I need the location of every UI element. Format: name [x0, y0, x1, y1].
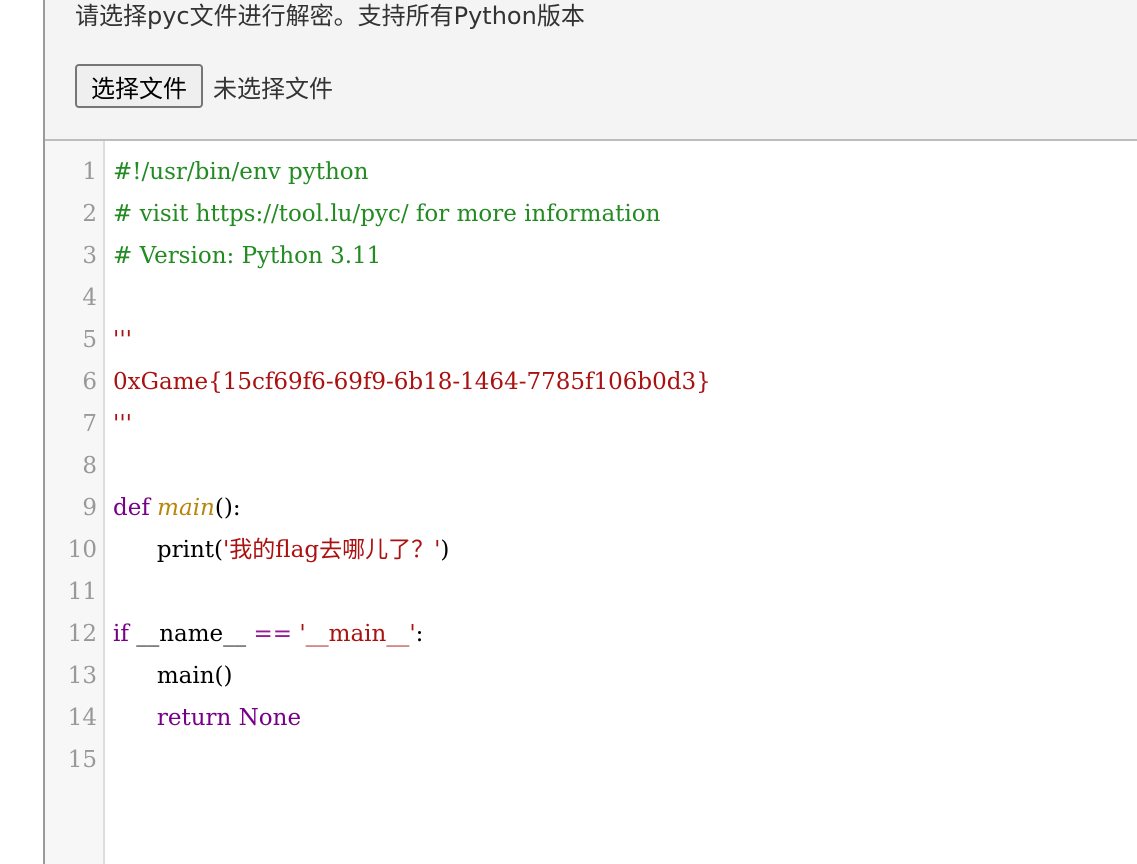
- line-number: 13: [67, 663, 97, 689]
- code-text: 0xGame{15cf69f6-69f9-6b18-1464-7785f106b…: [113, 361, 711, 403]
- code-line: 6 0xGame{15cf69f6-69f9-6b18-1464-7785f106…: [45, 361, 1137, 403]
- code-token: ():: [214, 495, 241, 521]
- line-number: 10: [67, 537, 97, 563]
- code-token: '__main__': [299, 621, 416, 647]
- code-text: if __name__ == '__main__':: [113, 613, 423, 655]
- line-number: 9: [82, 495, 97, 521]
- code-line: 3 # Version: Python 3.11: [45, 235, 1137, 277]
- line-number: 6: [82, 369, 97, 395]
- file-input-row: 选择文件 未选择文件: [75, 63, 333, 109]
- code-token: main(): [113, 663, 233, 689]
- code-token: '我的flag去哪儿了？': [222, 537, 441, 563]
- code-line: 8: [45, 445, 1137, 487]
- line-number: 2: [82, 201, 97, 227]
- code-line: 7 ''': [45, 403, 1137, 445]
- code-line: 14 return None: [45, 697, 1137, 739]
- code-token: __name__: [136, 621, 254, 647]
- code-line: 12 if __name__ == '__main__':: [45, 613, 1137, 655]
- code-line: 2 # visit https://tool.lu/pyc/ for more i…: [45, 193, 1137, 235]
- code-line: 5 ''': [45, 319, 1137, 361]
- code-token: 0xGame{15cf69f6-69f9-6b18-1464-7785f106b…: [113, 369, 711, 395]
- page: 请选择pyc文件进行解密。支持所有Python版本 选择文件 未选择文件 1 #!…: [0, 0, 1137, 864]
- line-number: 3: [82, 243, 97, 269]
- code-text: print('我的flag去哪儿了？'): [113, 529, 450, 571]
- line-number: 12: [67, 621, 97, 647]
- code-line: 4: [45, 277, 1137, 319]
- code-text: #!/usr/bin/env python: [113, 151, 368, 193]
- code-token: ==: [253, 621, 300, 647]
- line-number: 1: [82, 159, 97, 185]
- file-status-text: 未选择文件: [213, 74, 333, 103]
- upload-panel: 请选择pyc文件进行解密。支持所有Python版本 选择文件 未选择文件: [45, 0, 1137, 141]
- code-token: # Version: Python 3.11: [113, 243, 382, 269]
- line-number: 5: [82, 327, 97, 353]
- code-token: return None: [156, 705, 302, 731]
- code-token: # visit https://tool.lu/pyc/ for more in…: [113, 201, 661, 227]
- code-token: def: [113, 495, 158, 521]
- instructions-text: 请选择pyc文件进行解密。支持所有Python版本: [75, 2, 585, 30]
- code-token: main: [157, 495, 215, 521]
- code-token: ''': [113, 411, 132, 437]
- line-number: 4: [82, 285, 97, 311]
- line-number: 8: [82, 453, 97, 479]
- code-text: return None: [113, 697, 301, 739]
- code-text: ''': [113, 319, 132, 361]
- line-number: 11: [67, 579, 97, 605]
- code-editor[interactable]: 1 #!/usr/bin/env python 2 # visit https://t…: [45, 141, 1137, 864]
- code-line: 15: [45, 739, 1137, 781]
- choose-file-button[interactable]: 选择文件: [75, 64, 203, 108]
- code-text: def main():: [113, 487, 241, 529]
- code-line: 13 main(): [45, 655, 1137, 697]
- code-line: 11: [45, 571, 1137, 613]
- code-line: 10 print('我的flag去哪儿了？'): [45, 529, 1137, 571]
- code-token: print(: [113, 537, 223, 563]
- code-text: main(): [113, 655, 233, 697]
- code-text: # Version: Python 3.11: [113, 235, 381, 277]
- line-number: 15: [67, 747, 97, 773]
- code-token: if: [113, 621, 137, 647]
- code-token: ): [440, 537, 450, 563]
- code-token: ''': [113, 327, 132, 353]
- code-token: #!/usr/bin/env python: [113, 159, 369, 185]
- code-text: ''': [113, 403, 132, 445]
- line-number: 7: [82, 411, 97, 437]
- code-text: # visit https://tool.lu/pyc/ for more in…: [113, 193, 660, 235]
- code-line: 9 def main():: [45, 487, 1137, 529]
- code-line: 1 #!/usr/bin/env python: [45, 151, 1137, 193]
- code-token: :: [415, 621, 424, 647]
- line-number: 14: [67, 705, 97, 731]
